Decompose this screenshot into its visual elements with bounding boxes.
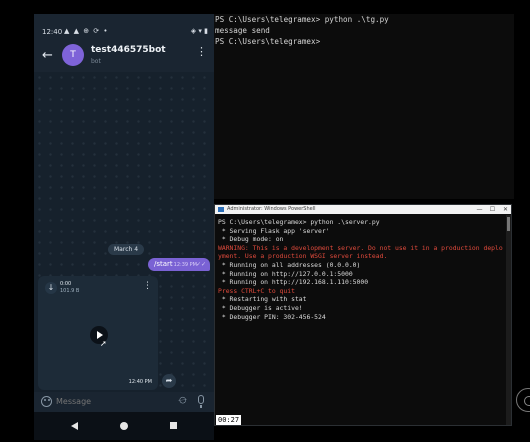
video-size: 101.9 B [60,288,80,294]
terminal-line: * Debugger PIN: 302-456-524 [218,312,326,321]
back-arrow-icon[interactable]: ← [42,49,53,62]
powershell-icon [218,207,224,212]
video-duration: 0:00 [60,281,72,287]
message-composer: ∅ [34,392,214,412]
powershell-server-window[interactable]: Administrator: Windows PowerShell — ☐ ✕ … [214,204,512,426]
download-icon[interactable]: ↓ [45,282,57,294]
bot-avatar[interactable]: T [62,44,84,66]
terminal-line: Press CTRL+C to quit [218,286,295,295]
terminal-client[interactable]: PS C:\Users\telegramex> python .\tg.py m… [214,14,514,199]
window-titlebar[interactable]: Administrator: Windows PowerShell — ☐ ✕ [215,205,511,214]
close-button[interactable]: ✕ [499,205,511,214]
android-nav-bar [34,412,214,440]
message-text: /start [154,260,173,268]
video-message[interactable]: ↓ 0:00 101.9 B ⋮ ➚ 12:40 PM [38,276,158,390]
terminal-line: * Restarting with stat [218,295,307,304]
maximize-button[interactable]: ☐ [486,205,499,214]
phone-screen: 12:40 ▲ ▲ ⊕ ⟳ • ◈ ▾ ▮ ← T test446575bot … [34,14,214,440]
notification-icons: ▲ ▲ ⊕ ⟳ • [64,27,109,35]
attach-icon[interactable]: ∅ [176,395,189,408]
message-input[interactable] [56,395,166,409]
terminal-line: * Debugger is active! [218,304,303,312]
terminal-line: WARNING: This is a development server. D… [218,243,503,252]
system-status-icons: ◈ ▾ ▮ [190,27,208,35]
terminal-line: * Running on http://127.0.0.1:5000 [218,269,353,278]
terminal-line: * Debug mode: on [218,235,284,244]
date-separator: March 4 [108,244,145,255]
chat-area: March 4 /start 12:39 PM ✓✓ ↓ 0:00 101.9 … [34,72,214,392]
chat-header: ← T test446575bot bot ⋮ [34,40,214,72]
terminal-line: PS C:\Users\telegramex> python .\tg.py [215,15,389,24]
chat-subtitle: bot [91,58,101,65]
terminal-line: yment. Use a production WSGI server inst… [218,252,388,261]
microphone-icon[interactable] [198,395,204,408]
status-time: 12:40 [42,28,63,36]
nav-home-icon[interactable] [120,422,128,430]
terminal-line: * Running on http://192.168.1.110:5000 [218,278,369,287]
nav-recents-icon[interactable] [170,422,177,429]
terminal-line: * Running on all addresses (0.0.0.0) [218,261,361,269]
share-icon[interactable]: ➦ [162,374,176,388]
message-time: 12:39 PM [173,262,197,268]
screen-recording: 12:40 ▲ ▲ ⊕ ⟳ • ◈ ▾ ▮ ← T test446575bot … [0,0,530,442]
terminal-line: * Serving Flask app 'server' [218,226,330,235]
read-ticks-icon: ✓✓ [195,261,206,268]
more-menu-icon[interactable]: ⋮ [196,46,207,57]
window-title: Administrator: Windows PowerShell [227,206,316,212]
terminal-line: PS C:\Users\telegramex> python .\server.… [218,218,380,226]
emoji-icon[interactable] [41,396,52,407]
status-bar: 12:40 ▲ ▲ ⊕ ⟳ • ◈ ▾ ▮ [34,14,214,40]
outgoing-message[interactable]: /start 12:39 PM ✓✓ [148,258,210,271]
scrollbar[interactable] [506,215,511,425]
pointer-cursor-icon: ➚ [100,339,107,348]
recorder-control-icon[interactable] [516,388,530,412]
minimize-button[interactable]: — [473,205,486,214]
terminal-output: PS C:\Users\telegramex> python .\server.… [215,215,509,425]
chat-title[interactable]: test446575bot [91,45,166,55]
recording-timer: 00:27 [216,415,242,425]
video-time: 12:40 PM [128,379,152,385]
terminal-line: message send [215,26,270,35]
nav-back-icon[interactable] [71,422,78,430]
video-menu-icon[interactable]: ⋮ [143,281,152,291]
terminal-line: PS C:\Users\telegramex> [215,37,321,46]
scrollbar-thumb[interactable] [507,217,510,231]
